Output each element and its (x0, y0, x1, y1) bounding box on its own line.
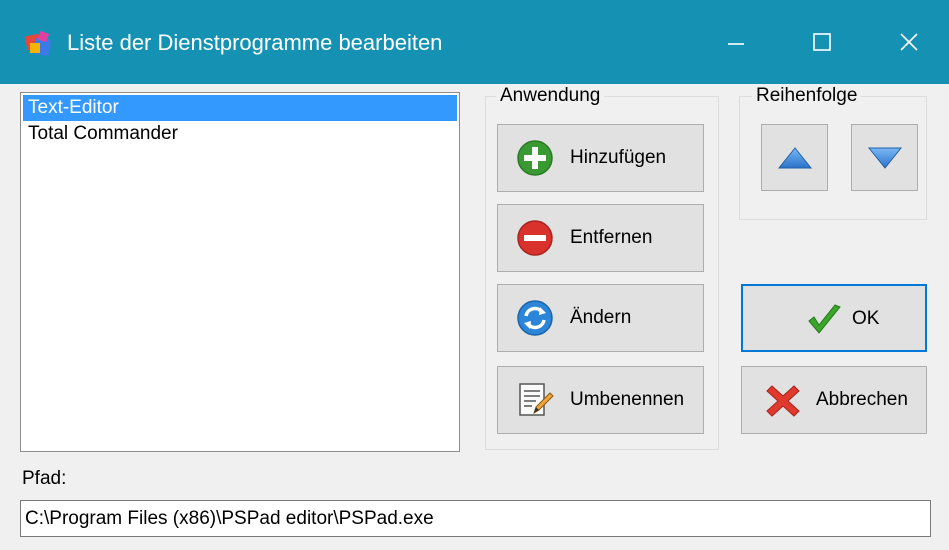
remove-button-label: Entfernen (570, 227, 653, 248)
rename-button-label: Umbenennen (570, 389, 685, 410)
remove-button[interactable]: Entfernen (497, 204, 704, 272)
ok-button-label: OK (852, 308, 880, 329)
ok-button[interactable]: OK (741, 284, 927, 352)
cancel-button-label: Abbrechen (816, 389, 908, 410)
dialog-window: Liste der Dienstprogramme bearbeiten Tex… (0, 0, 949, 550)
move-down-button[interactable] (851, 124, 918, 191)
add-button-label: Hinzufügen (570, 147, 667, 168)
window-title: Liste der Dienstprogramme bearbeiten (67, 30, 443, 55)
path-input[interactable] (20, 500, 931, 537)
rename-button[interactable]: Umbenennen (497, 366, 704, 434)
minus-circle-icon (516, 219, 554, 257)
close-icon (900, 33, 918, 51)
maximize-icon (813, 33, 831, 51)
maximize-button[interactable] (782, 14, 862, 70)
app-icon (24, 29, 54, 59)
checkmark-icon (805, 301, 843, 339)
list-item-total-commander[interactable]: Total Commander (23, 121, 457, 147)
arrow-down-icon (867, 147, 902, 169)
minimize-button[interactable] (696, 14, 776, 70)
move-up-button[interactable] (761, 124, 828, 191)
cancel-button[interactable]: Abbrechen (741, 366, 927, 434)
anwendung-group-title: Anwendung (496, 85, 605, 107)
title-bar[interactable]: Liste der Dienstprogramme bearbeiten (0, 0, 949, 84)
minimize-icon (728, 43, 744, 45)
arrow-up-icon (777, 146, 812, 168)
cross-icon (764, 382, 802, 420)
close-button[interactable] (869, 14, 949, 70)
plus-circle-icon (516, 139, 554, 177)
change-button[interactable]: Ändern (497, 284, 704, 352)
refresh-icon (516, 299, 554, 337)
change-button-label: Ändern (570, 307, 632, 328)
add-button[interactable]: Hinzufügen (497, 124, 704, 192)
tools-listbox[interactable]: Text-Editor Total Commander (20, 92, 460, 452)
path-label: Pfad: (22, 468, 67, 489)
reihenfolge-group-title: Reihenfolge (752, 85, 862, 107)
list-item-text-editor[interactable]: Text-Editor (23, 95, 457, 121)
edit-document-icon (516, 381, 554, 419)
